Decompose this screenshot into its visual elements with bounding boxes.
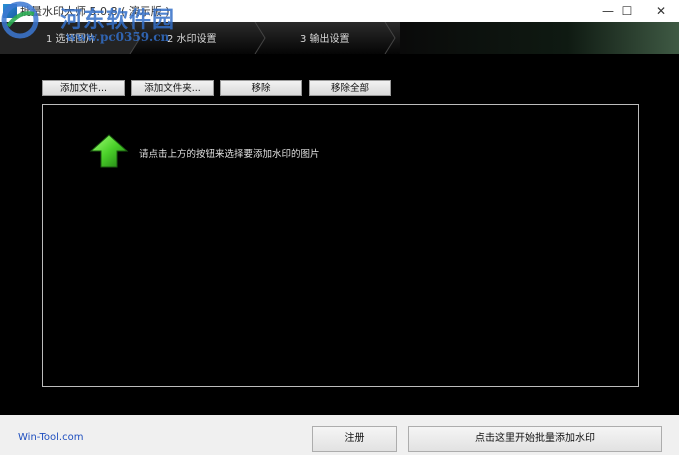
watermark-logo: [1, 1, 39, 39]
register-button[interactable]: 注册: [312, 426, 397, 452]
remove-button[interactable]: 移除: [220, 80, 302, 96]
step-output-settings[interactable]: 3 输出设置: [300, 30, 350, 45]
add-files-button[interactable]: 添加文件...: [42, 80, 125, 96]
watermark-url: www.pc0359.cn: [66, 30, 170, 44]
close-button[interactable]: ✕: [638, 0, 679, 22]
add-folder-button[interactable]: 添加文件夹...: [131, 80, 214, 96]
footer: Win-Tool.com 注册 点击这里开始批量添加水印: [0, 415, 679, 455]
image-list-area[interactable]: 请点击上方的按钮来选择要添加水印的图片: [42, 104, 639, 387]
website-link[interactable]: Win-Tool.com: [18, 432, 83, 443]
green-up-arrow-icon: [89, 134, 129, 168]
remove-all-button[interactable]: 移除全部: [309, 80, 391, 96]
start-watermark-button[interactable]: 点击这里开始批量添加水印: [408, 426, 662, 452]
empty-hint: 请点击上方的按钮来选择要添加水印的图片: [139, 149, 320, 160]
